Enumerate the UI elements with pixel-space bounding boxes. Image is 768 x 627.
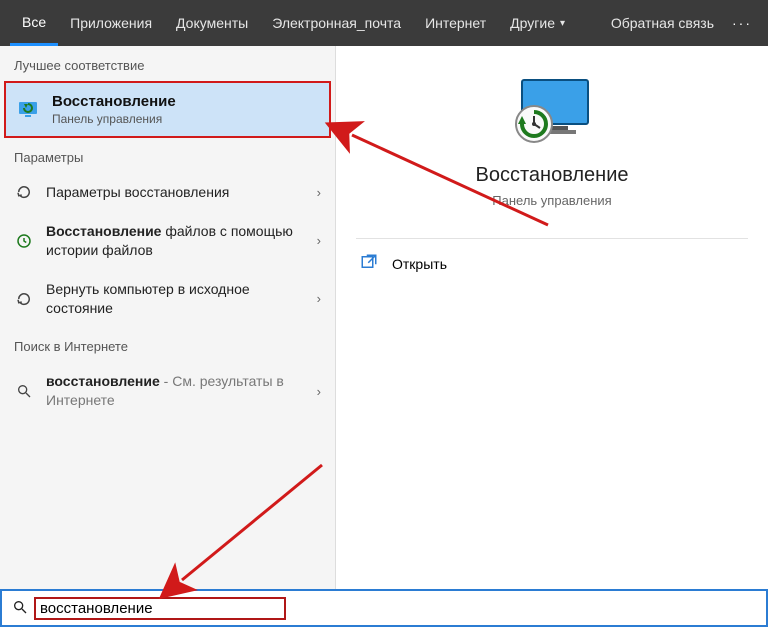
more-icon[interactable]: ··· [726, 0, 758, 46]
recovery-icon [16, 98, 40, 122]
reset-pc-icon [14, 290, 34, 308]
recovery-large-icon [504, 76, 600, 148]
settings-label: Параметры [0, 138, 335, 173]
tab-more[interactable]: Другие▾ [498, 0, 577, 46]
settings-item-file-history[interactable]: Восстановление файлов с помощью истории … [0, 212, 335, 270]
chevron-right-icon: › [317, 233, 321, 248]
chevron-right-icon: › [317, 291, 321, 306]
settings-item-label: Параметры восстановления [46, 183, 305, 202]
recovery-options-icon [14, 183, 34, 201]
open-icon [360, 253, 378, 274]
chevron-right-icon: › [317, 384, 321, 399]
chevron-right-icon: › [317, 185, 321, 200]
settings-item-recovery-options[interactable]: Параметры восстановления › [0, 173, 335, 212]
best-match-label: Лучшее соответствие [0, 46, 335, 81]
chevron-down-icon: ▾ [560, 18, 565, 29]
search-input[interactable] [40, 600, 239, 617]
file-history-icon [14, 232, 34, 250]
search-query-highlight [34, 597, 286, 620]
tab-all[interactable]: Все [10, 0, 58, 46]
web-search-label: Поиск в Интернете [0, 327, 335, 362]
preview-title: Восстановление [336, 164, 768, 187]
open-label: Открыть [392, 256, 447, 272]
tab-email[interactable]: Электронная_почта [260, 0, 413, 46]
tab-internet[interactable]: Интернет [413, 0, 498, 46]
results-panel: Лучшее соответствие Восстановление Панел… [0, 46, 336, 589]
search-icon [14, 383, 34, 399]
tab-docs[interactable]: Документы [164, 0, 260, 46]
preview-sub: Панель управления [336, 193, 768, 208]
open-action[interactable]: Открыть [336, 239, 768, 288]
preview-panel: Восстановление Панель управления Открыть [336, 46, 768, 589]
search-icon [12, 599, 28, 618]
web-search-item[interactable]: восстановление - См. результаты в Интерн… [0, 362, 335, 420]
best-match-item[interactable]: Восстановление Панель управления [4, 81, 331, 138]
tab-apps[interactable]: Приложения [58, 0, 164, 46]
feedback-link[interactable]: Обратная связь [599, 0, 726, 46]
settings-item-label: Вернуть компьютер в исходное состояние [46, 280, 305, 318]
settings-item-label: Восстановление файлов с помощью истории … [46, 222, 305, 260]
settings-item-reset-pc[interactable]: Вернуть компьютер в исходное состояние › [0, 270, 335, 328]
best-match-title: Восстановление [52, 93, 176, 110]
search-bar[interactable] [0, 589, 768, 627]
web-search-text: восстановление - См. результаты в Интерн… [46, 372, 305, 410]
best-match-sub: Панель управления [52, 112, 176, 126]
top-nav: Все Приложения Документы Электронная_поч… [0, 0, 768, 46]
